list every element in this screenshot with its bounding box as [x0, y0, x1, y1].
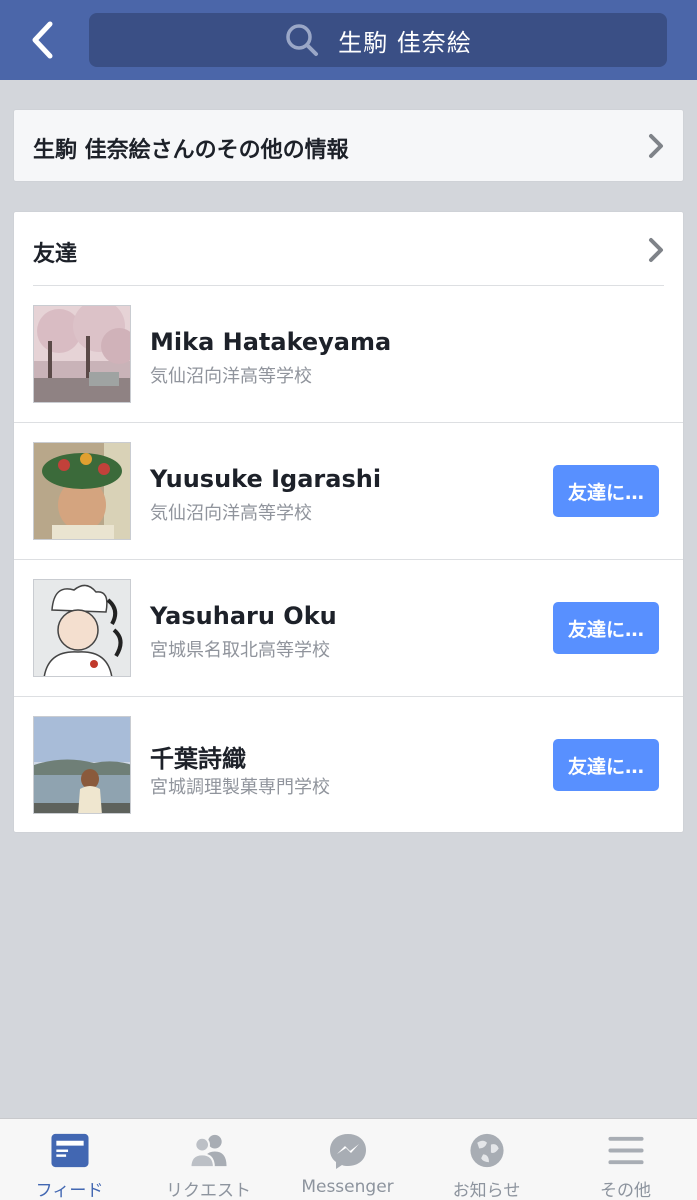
- tab-messenger[interactable]: Messenger: [278, 1119, 417, 1200]
- friend-school: 気仙沼向洋高等学校: [150, 503, 312, 524]
- friend-name[interactable]: 千葉詩織: [150, 739, 246, 774]
- tab-more[interactable]: その他: [556, 1119, 695, 1200]
- friend-row[interactable]: Yuusuke Igarashi 気仙沼向洋高等学校 友達に…: [14, 423, 683, 560]
- search-query: 生駒 佳奈絵: [338, 28, 472, 57]
- friend-school: 宮城調理製菓専門学校: [150, 777, 330, 798]
- top-bar: 生駒 佳奈絵: [0, 0, 697, 80]
- chevron-right-icon: [649, 134, 663, 158]
- add-friend-button[interactable]: 友達に…: [553, 739, 659, 791]
- search-icon: [286, 24, 319, 56]
- tab-feed[interactable]: フィード: [0, 1119, 139, 1200]
- add-friend-button[interactable]: 友達に…: [553, 602, 659, 654]
- friend-name[interactable]: Yasuharu Oku: [150, 602, 337, 630]
- tab-label: その他: [600, 1181, 651, 1200]
- avatar[interactable]: [33, 305, 131, 403]
- cherry-blossom-photo: [34, 306, 130, 402]
- menu-icon: [607, 1136, 644, 1165]
- tab-notifications[interactable]: お知らせ: [417, 1119, 556, 1200]
- chef-illustration-photo: [34, 580, 130, 676]
- tab-label: お知らせ: [452, 1181, 521, 1200]
- friend-name[interactable]: Mika Hatakeyama: [150, 328, 391, 356]
- man-with-flower-hat-photo: [34, 443, 130, 539]
- friend-row[interactable]: Mika Hatakeyama 気仙沼向洋高等学校: [14, 286, 683, 423]
- friend-school: 宮城県名取北高等学校: [150, 640, 330, 661]
- notifications-globe-icon: [469, 1133, 504, 1168]
- more-info-title: 生駒 佳奈絵さんのその他の情報: [33, 138, 349, 163]
- friends-card: 友達 Mika Hatakeyama 気仙沼向洋高等学校 Yuusuke Iga…: [13, 211, 684, 833]
- avatar[interactable]: [33, 716, 131, 814]
- friend-requests-icon: [188, 1134, 227, 1169]
- tab-label: フィード: [35, 1181, 104, 1200]
- tab-requests[interactable]: リクエスト: [139, 1119, 278, 1200]
- feed-icon: [50, 1133, 89, 1168]
- friends-section-header[interactable]: 友達: [14, 212, 683, 286]
- friends-title: 友達: [33, 242, 78, 267]
- friend-row[interactable]: 千葉詩織 宮城調理製菓専門学校 友達に…: [14, 697, 683, 834]
- back-arrow-icon: [32, 21, 53, 59]
- tab-label: Messenger: [301, 1177, 394, 1197]
- friend-name[interactable]: Yuusuke Igarashi: [150, 465, 381, 493]
- seaside-photo: [34, 717, 130, 813]
- more-info-card[interactable]: 生駒 佳奈絵さんのその他の情報: [13, 109, 684, 182]
- messenger-icon: [329, 1134, 366, 1169]
- friend-school: 気仙沼向洋高等学校: [150, 366, 312, 387]
- back-button[interactable]: [22, 18, 62, 62]
- search-field[interactable]: 生駒 佳奈絵: [89, 13, 667, 67]
- avatar[interactable]: [33, 442, 131, 540]
- bottom-tab-bar: フィード リクエスト Messenger お知らせ その他: [0, 1118, 697, 1200]
- chevron-right-icon: [649, 238, 663, 262]
- add-friend-button[interactable]: 友達に…: [553, 465, 659, 517]
- friend-row[interactable]: Yasuharu Oku 宮城県名取北高等学校 友達に…: [14, 560, 683, 697]
- avatar[interactable]: [33, 579, 131, 677]
- tab-label: リクエスト: [166, 1181, 251, 1200]
